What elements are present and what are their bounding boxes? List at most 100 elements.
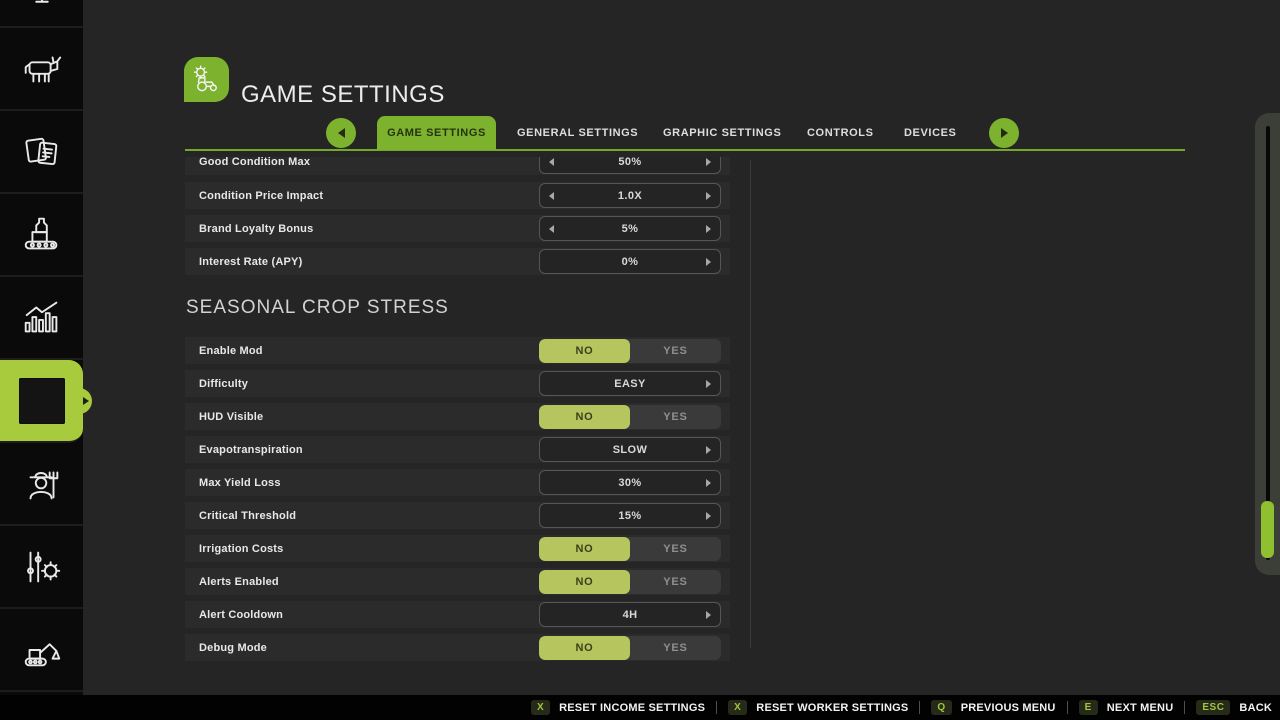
setting-row-max-yield-loss: Max Yield Loss 30%: [185, 469, 730, 496]
hint-divider: [919, 701, 920, 714]
stepper-value: 5%: [622, 223, 639, 235]
stepper-interest-rate-apy[interactable]: 0%: [539, 249, 721, 274]
stepper-good-condition-max[interactable]: 50%: [539, 157, 721, 174]
setting-row-good-condition-max: Good Condition Max50%: [185, 157, 730, 175]
setting-label: Debug Mode: [199, 642, 267, 654]
hotkey-hint-back[interactable]: ESCBACK: [1196, 700, 1272, 715]
setting-label: Interest Rate (APY): [199, 256, 302, 268]
hint-label: RESET WORKER SETTINGS: [756, 702, 908, 714]
stepper-right-arrow-icon[interactable]: [706, 611, 711, 619]
tab-game-settings[interactable]: GAME SETTINGS: [377, 116, 496, 150]
stepper-right-arrow-icon[interactable]: [706, 158, 711, 166]
hint-label: NEXT MENU: [1107, 702, 1174, 714]
toggle-irrigation-costs[interactable]: NOYES: [539, 537, 721, 561]
setting-label: Evapotranspiration: [199, 444, 303, 456]
sidebar: [0, 0, 83, 695]
sidebar-item-production[interactable]: [0, 194, 83, 277]
setting-label: Critical Threshold: [199, 510, 296, 522]
key-badge-esc: ESC: [1196, 700, 1230, 715]
sidebar-item-mod[interactable]: [0, 360, 83, 443]
chevron-left-icon: [338, 128, 345, 138]
stepper-right-arrow-icon[interactable]: [706, 192, 711, 200]
toggle-option-no[interactable]: NO: [539, 636, 630, 660]
statistics-icon: [19, 295, 65, 341]
stepper-right-arrow-icon[interactable]: [706, 512, 711, 520]
setting-row-brand-loyalty-bonus: Brand Loyalty Bonus 5%: [185, 215, 730, 242]
toggle-option-no[interactable]: NO: [539, 405, 630, 429]
farmer-icon: [19, 461, 65, 507]
setting-row-critical-threshold: Critical Threshold 15%: [185, 502, 730, 529]
stepper-left-arrow-icon[interactable]: [549, 192, 554, 200]
stepper-value: SLOW: [613, 444, 648, 456]
stepper-value: 15%: [618, 510, 641, 522]
documents-icon: [19, 129, 65, 175]
toggle-option-no[interactable]: NO: [539, 537, 630, 561]
stepper-right-arrow-icon[interactable]: [706, 225, 711, 233]
toggle-debug-mode[interactable]: NOYES: [539, 636, 721, 660]
setting-label: Brand Loyalty Bonus: [199, 223, 313, 235]
stepper-right-arrow-icon[interactable]: [706, 380, 711, 388]
toggle-option-yes[interactable]: YES: [630, 570, 721, 594]
sidebar-item-screen[interactable]: [0, 0, 83, 28]
hint-label: PREVIOUS MENU: [961, 702, 1056, 714]
stepper-right-arrow-icon[interactable]: [706, 258, 711, 266]
stepper-left-arrow-icon[interactable]: [549, 225, 554, 233]
page-title: GAME SETTINGS: [241, 81, 445, 109]
stepper-condition-price-impact[interactable]: 1.0X: [539, 183, 721, 208]
scrollbar-track[interactable]: [1255, 113, 1280, 575]
setting-label: Max Yield Loss: [199, 477, 281, 489]
toggle-option-no[interactable]: NO: [539, 339, 630, 363]
stepper-alert-cooldown[interactable]: 4H: [539, 602, 721, 627]
tab-graphic-settings[interactable]: GRAPHIC SETTINGS: [663, 116, 781, 150]
key-badge-x: X: [728, 700, 747, 715]
stepper-right-arrow-icon[interactable]: [706, 446, 711, 454]
toggle-alerts-enabled[interactable]: NOYES: [539, 570, 721, 594]
stepper-value: 50%: [618, 157, 641, 168]
tuning-icon: [19, 544, 65, 590]
toggle-option-yes[interactable]: YES: [630, 339, 721, 363]
toggle-option-yes[interactable]: YES: [630, 636, 721, 660]
hotkey-hint-previous-menu[interactable]: Q PREVIOUS MENU: [931, 700, 1055, 715]
sidebar-item-statistics[interactable]: [0, 277, 83, 360]
key-badge-q: Q: [931, 700, 951, 715]
sidebar-item-cow[interactable]: [0, 28, 83, 111]
hotkey-hint-next-menu[interactable]: ENEXT MENU: [1079, 700, 1174, 715]
sidebar-item-tuning[interactable]: [0, 526, 83, 609]
scrollbar-thumb[interactable]: [1261, 501, 1274, 558]
setting-row-difficulty: Difficulty EASY: [185, 370, 730, 397]
stepper-right-arrow-icon[interactable]: [706, 479, 711, 487]
active-pointer-icon: [83, 397, 89, 405]
setting-label: Enable Mod: [199, 345, 263, 357]
setting-row-condition-price-impact: Condition Price Impact1.0X: [185, 182, 730, 209]
setting-row-interest-rate-apy: Interest Rate (APY) 0%: [185, 248, 730, 275]
toggle-option-yes[interactable]: YES: [630, 537, 721, 561]
sidebar-item-farmer[interactable]: [0, 443, 83, 526]
toggle-enable-mod[interactable]: NOYES: [539, 339, 721, 363]
tabs-next-button[interactable]: [989, 118, 1019, 148]
stepper-critical-threshold[interactable]: 15%: [539, 503, 721, 528]
toggle-option-yes[interactable]: YES: [630, 405, 721, 429]
tabs-prev-button[interactable]: [326, 118, 356, 148]
stepper-left-arrow-icon[interactable]: [549, 158, 554, 166]
hotkey-hint-reset-income-settings[interactable]: XRESET INCOME SETTINGS: [531, 700, 705, 715]
toggle-hud-visible[interactable]: NOYES: [539, 405, 721, 429]
tab-controls[interactable]: CONTROLS: [807, 116, 874, 150]
toggle-option-no[interactable]: NO: [539, 570, 630, 594]
hotkey-hint-reset-worker-settings[interactable]: X RESET WORKER SETTINGS: [728, 700, 908, 715]
stepper-evapotranspiration[interactable]: SLOW: [539, 437, 721, 462]
setting-row-evapotranspiration: Evapotranspiration SLOW: [185, 436, 730, 463]
tab-devices[interactable]: DEVICES: [904, 116, 957, 150]
tab-general-settings[interactable]: GENERAL SETTINGS: [517, 116, 638, 150]
key-badge-x: X: [531, 700, 550, 715]
stepper-value: EASY: [614, 378, 646, 390]
excavator-icon: [19, 627, 65, 673]
column-divider: [750, 160, 751, 648]
stepper-brand-loyalty-bonus[interactable]: 5%: [539, 216, 721, 241]
stepper-value: 4H: [623, 609, 638, 621]
setting-label: HUD Visible: [199, 411, 263, 423]
stepper-max-yield-loss[interactable]: 30%: [539, 470, 721, 495]
sidebar-item-documents[interactable]: [0, 111, 83, 194]
stepper-difficulty[interactable]: EASY: [539, 371, 721, 396]
setting-label: Difficulty: [199, 378, 248, 390]
sidebar-item-excavator[interactable]: [0, 609, 83, 692]
